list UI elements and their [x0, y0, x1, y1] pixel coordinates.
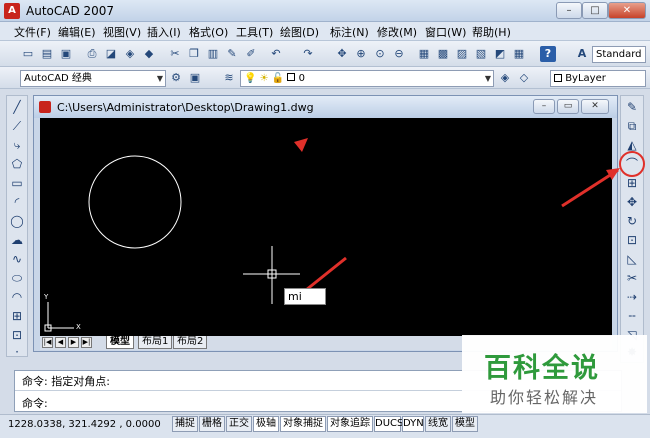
watermark-subtitle: 助你轻松解决	[490, 388, 599, 407]
watermark-title: 百科全说	[484, 353, 600, 384]
annotation-arrowhead	[606, 168, 620, 180]
annotation-arrowhead-canvas	[294, 138, 308, 152]
annotation-highlight-circle	[619, 151, 645, 177]
